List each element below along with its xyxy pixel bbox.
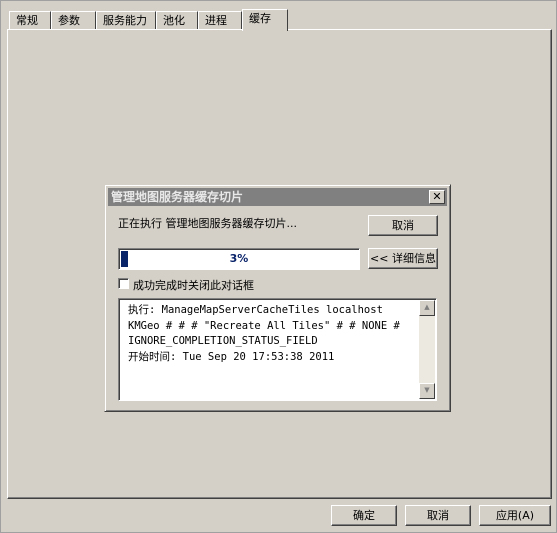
tab-capabilities[interactable]: 服务能力 [96,11,156,29]
log-line: IGNORE_COMPLETION_STATUS_FIELD [128,335,318,347]
tab-caching[interactable]: 缓存 [242,9,288,31]
cancel-button[interactable]: 取消 [405,505,471,526]
scroll-down-icon[interactable]: ▼ [419,383,435,399]
dialog-cancel-button[interactable]: 取消 [368,215,438,236]
log-line: 开始时间: Tue Sep 20 17:53:38 2011 [128,350,335,363]
details-button[interactable]: << 详细信息 [368,248,438,269]
ok-button[interactable]: 确定 [331,505,397,526]
dialog-titlebar[interactable]: 管理地图服务器缓存切片 ✕ [108,188,447,206]
log-textbox[interactable]: 执行: ManageMapServerCacheTiles localhost K… [118,298,437,401]
close-icon[interactable]: ✕ [429,190,445,204]
log-line: 执行: ManageMapServerCacheTiles localhost [128,304,383,316]
scroll-up-icon[interactable]: ▲ [419,300,435,316]
properties-window: 常规 参数 服务能力 池化 进程 缓存 管理地图服务器缓存切片 ✕ 正在执行 管… [0,0,557,533]
progress-bar: 3% [118,248,360,270]
progress-dialog: 管理地图服务器缓存切片 ✕ 正在执行 管理地图服务器缓存切片... 取消 3% … [104,184,451,412]
apply-button[interactable]: 应用(A) [479,505,551,526]
tab-parameters[interactable]: 参数 [51,11,96,29]
log-line: KMGeo # # # "Recreate All Tiles" # # NON… [128,319,400,332]
status-text: 正在执行 管理地图服务器缓存切片... [118,217,297,230]
tab-processes[interactable]: 进程 [198,11,242,29]
close-on-success-label: 成功完成时关闭此对话框 [133,279,254,292]
dialog-title: 管理地图服务器缓存切片 [111,190,244,204]
log-text: 执行: ManageMapServerCacheTiles localhost K… [128,303,413,365]
tab-general[interactable]: 常规 [9,11,51,29]
close-on-success-checkbox[interactable] [118,278,129,289]
tab-pooling[interactable]: 池化 [156,11,198,29]
progress-label: 3% [229,252,249,265]
log-scrollbar[interactable]: ▲ ▼ [419,300,435,399]
